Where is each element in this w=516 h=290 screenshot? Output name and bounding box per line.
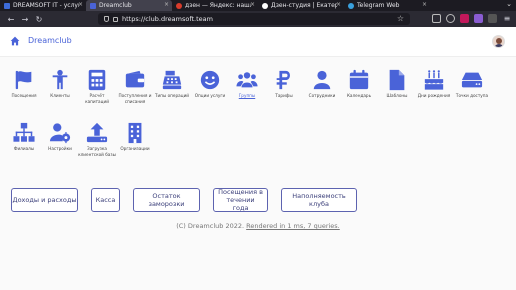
- sitemap-icon: [13, 122, 35, 142]
- tile-groups[interactable]: Группы: [228, 69, 266, 99]
- browser-toolbar: ← → ↻ https://club.dreamsoft.team ☆ ≡: [0, 11, 516, 27]
- tile-operation-types[interactable]: Типы операций: [153, 69, 191, 99]
- back-icon[interactable]: ←: [4, 15, 18, 24]
- tile-settings[interactable]: Настройки: [41, 122, 79, 152]
- calendar-icon: [349, 69, 369, 90]
- tile-branches[interactable]: Филиалы: [5, 122, 43, 152]
- download-icon[interactable]: [446, 14, 455, 23]
- tile-import-clients[interactable]: Загрузка клиентской базы: [78, 122, 116, 158]
- tab-yandex[interactable]: дзен — Яндекс: нашлос ×: [172, 0, 258, 11]
- hdd-icon: [461, 72, 483, 88]
- tile-calendar[interactable]: Календарь: [340, 69, 378, 99]
- page: Dreamclub Посещения Клиенты Расчёт капит…: [0, 27, 516, 290]
- person-icon: [52, 69, 68, 90]
- close-tab-icon[interactable]: ×: [164, 1, 169, 8]
- site-favicon-icon: [90, 2, 96, 9]
- avatar[interactable]: [492, 35, 505, 48]
- tile-income-expense[interactable]: Поступления и списания: [116, 69, 154, 105]
- address-bar[interactable]: https://club.dreamsoft.team ☆: [98, 13, 410, 25]
- building-icon: [128, 122, 142, 144]
- tile-organizations[interactable]: Организации: [116, 122, 154, 152]
- pocket-icon[interactable]: [432, 14, 441, 23]
- bookmark-star-icon[interactable]: ☆: [397, 14, 404, 23]
- site-favicon-icon: [262, 2, 268, 9]
- lock-icon[interactable]: [113, 16, 118, 22]
- report-cashdesk-button[interactable]: Касса: [91, 188, 120, 212]
- report-yearly-visits-button[interactable]: Посещения в течении года: [213, 188, 268, 212]
- forward-icon[interactable]: →: [18, 15, 32, 24]
- tab-dreamsoft[interactable]: DREAMSOFT IT - услуги ×: [0, 0, 86, 11]
- tile-tariffs[interactable]: Тарифы: [265, 69, 303, 99]
- close-tab-icon[interactable]: ×: [250, 1, 255, 8]
- site-favicon-icon: [348, 2, 354, 9]
- cake-icon: [424, 70, 444, 90]
- tile-access-points[interactable]: Точки доступа: [453, 69, 491, 99]
- flag-icon: [15, 70, 32, 90]
- footer: (C) Dreamclub 2022. Rendered in 1 ms, 7 …: [0, 222, 516, 230]
- render-info-link[interactable]: Rendered in 1 ms, 7 queries.: [246, 222, 340, 230]
- home-icon[interactable]: [10, 36, 20, 46]
- close-tab-icon[interactable]: ×: [78, 1, 83, 8]
- report-income-expense-button[interactable]: Доходы и расходы: [11, 188, 78, 212]
- copyright-text: (C) Dreamclub 2022.: [176, 222, 245, 230]
- browser-tab-bar: DREAMSOFT IT - услуги × Dreamclub × дзен…: [0, 0, 516, 11]
- upload-icon: [86, 122, 108, 143]
- tile-employees[interactable]: Сотрудники: [303, 69, 341, 99]
- puzzle-icon[interactable]: [488, 14, 497, 23]
- smile-icon: [200, 70, 220, 90]
- brand-link[interactable]: Dreamclub: [28, 36, 72, 45]
- extension-badge-icon[interactable]: [460, 14, 469, 23]
- report-club-occupancy-button[interactable]: Наполняемость клуба: [281, 188, 357, 212]
- tile-templates[interactable]: Шаблоны: [378, 69, 416, 99]
- user-cog-icon: [49, 123, 71, 144]
- tile-service-options[interactable]: Опции услуги: [191, 69, 229, 99]
- tile-visits[interactable]: Посещения: [5, 69, 43, 99]
- menu-icon[interactable]: ≡: [500, 14, 514, 23]
- cash-register-icon: [162, 70, 182, 90]
- tile-clients[interactable]: Клиенты: [41, 69, 79, 99]
- wallet-icon: [125, 70, 145, 88]
- users-icon: [236, 72, 258, 88]
- tile-capitation[interactable]: Расчёт капитаций: [78, 69, 116, 105]
- close-tab-icon[interactable]: ×: [422, 1, 427, 8]
- tab-dzen-studio[interactable]: Дзен-студия | Екатерин ×: [258, 0, 344, 11]
- tab-dreamclub[interactable]: Dreamclub ×: [86, 0, 172, 11]
- tile-birthdays[interactable]: Дни рождения: [415, 69, 453, 99]
- shield-icon[interactable]: [104, 16, 109, 22]
- site-favicon-icon: [4, 2, 10, 9]
- list-tabs-icon[interactable]: ⌄: [506, 0, 512, 8]
- app-header: Dreamclub: [0, 27, 516, 57]
- site-favicon-icon: [176, 2, 182, 9]
- calculator-icon: [88, 69, 106, 91]
- report-freeze-balance-button[interactable]: Остаток заморозки: [133, 188, 200, 212]
- reload-icon[interactable]: ↻: [32, 15, 46, 24]
- ruble-icon: [276, 70, 290, 90]
- close-tab-icon[interactable]: ×: [336, 1, 341, 8]
- extension-icon[interactable]: [474, 14, 483, 23]
- tab-telegram[interactable]: Telegram Web ×: [344, 0, 430, 11]
- file-icon: [389, 69, 405, 91]
- user-icon: [313, 70, 331, 90]
